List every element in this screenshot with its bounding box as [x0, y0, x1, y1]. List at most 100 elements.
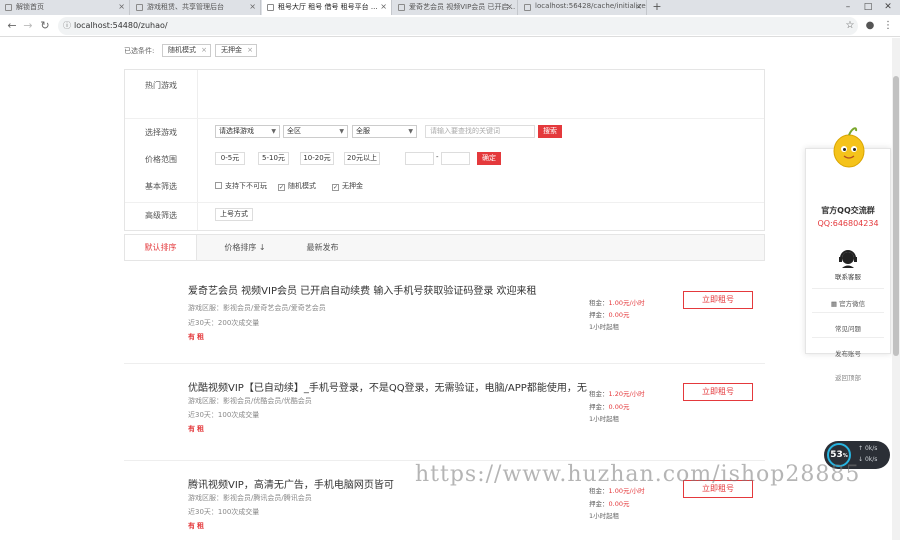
info-icon[interactable]: ⓘ — [63, 17, 71, 35]
penguin-mascot-icon — [833, 127, 865, 168]
deposit-label: 押金： — [589, 403, 609, 411]
wechat-link[interactable]: ▦ 官方微信 — [806, 298, 890, 308]
faq-link[interactable]: 常见问题 — [806, 323, 890, 333]
tab-title: 爱奇艺会员 视频VIP会员 已开启... — [409, 3, 516, 11]
chevron-down-icon: ▼ — [339, 128, 344, 135]
checkbox-icon[interactable] — [215, 182, 222, 189]
minimize-button[interactable]: – — [838, 0, 858, 15]
new-tab-button[interactable]: + — [650, 0, 664, 15]
region-select[interactable]: 全区 ▼ — [283, 125, 348, 138]
link-label: 官方微信 — [839, 300, 866, 308]
listing-area: 游戏区服：影视会员/优酷会员/优酷会员 — [188, 397, 312, 405]
sort-default-tab[interactable]: 默认排序 — [125, 235, 197, 260]
sort-price-tab[interactable]: 价格排序 ↓ — [205, 235, 285, 260]
chevron-down-icon: ▼ — [408, 128, 413, 135]
price-option-2[interactable]: 10-20元 — [300, 152, 334, 165]
listing-area: 游戏区服：影视会员/爱奇艺会员/爱奇艺会员 — [188, 304, 326, 312]
price-max-input[interactable] — [441, 152, 470, 165]
deposit-label: 押金： — [589, 500, 609, 508]
listing-title[interactable]: 优酷视频VIP【已自动续】_手机号登录，不是QQ登录，无需验证，电脑/APP都能… — [188, 379, 588, 394]
browser-tab[interactable]: 游戏租赁、共享管理后台 × — [131, 0, 261, 15]
close-icon[interactable]: × — [380, 2, 387, 11]
back-arrow-icon[interactable]: ← — [4, 18, 20, 34]
profile-icon[interactable]: ● — [862, 18, 878, 34]
browser-tab-strip: 解锁首页 × 游戏租赁、共享管理后台 × 租号大厅 租号 借号 租号平台 ...… — [0, 0, 900, 15]
menu-dots-icon[interactable]: ⋮ — [880, 18, 896, 34]
reload-icon[interactable]: ↻ — [37, 18, 53, 34]
favicon-icon — [5, 4, 12, 11]
maximize-button[interactable]: □ — [858, 0, 878, 15]
close-icon[interactable]: × — [247, 45, 253, 56]
keyword-input[interactable]: 请输入要查找的关键词 — [425, 125, 535, 138]
rent-now-button[interactable]: 立即租号 — [683, 383, 753, 401]
server-select[interactable]: 全服 ▼ — [352, 125, 417, 138]
checkbox-label: 随机模式 — [288, 182, 316, 190]
listing-stats: 近30天：100次成交量 — [188, 411, 260, 419]
listing-item: 优酷视频VIP【已自动续】_手机号登录，不是QQ登录，无需验证，电脑/APP都能… — [124, 365, 765, 461]
listing-area: 游戏区服：影视会员/腾讯会员/腾讯会员 — [188, 494, 312, 502]
close-icon[interactable]: × — [506, 2, 513, 11]
forward-arrow-icon[interactable]: → — [20, 18, 36, 34]
rent-price: 租金：1.20元/小时 — [589, 388, 645, 398]
divider — [197, 70, 198, 230]
listing-stats: 近30天：200次成交量 — [188, 319, 260, 327]
listing-title[interactable]: 爱奇艺会员 视频VIP会员 已开启自动续费 输入手机号获取验证码登录 欢迎来租 — [188, 282, 588, 297]
advanced-filter-label: 高级筛选 — [145, 211, 177, 220]
divider — [125, 118, 764, 119]
browser-tab-active[interactable]: 租号大厅 租号 借号 租号平台 ... × — [262, 0, 392, 15]
search-button[interactable]: 搜索 — [538, 125, 562, 138]
close-icon[interactable]: × — [249, 2, 256, 11]
price-option-1[interactable]: 5-10元 — [258, 152, 289, 165]
basic-option-0[interactable]: 支持下不可玩 — [215, 181, 267, 191]
min-rent: 1小时起租 — [589, 415, 620, 423]
qq-number[interactable]: QQ:646804234 — [806, 219, 890, 228]
deposit-value: 0.00元 — [608, 311, 630, 319]
selected-chip[interactable]: 无押金 × — [215, 44, 257, 57]
chip-label: 随机模式 — [168, 46, 196, 54]
address-bar[interactable]: ⓘ localhost:54480/zuhao/ — [58, 17, 858, 35]
rent-label: 租金： — [589, 487, 609, 495]
browser-tab[interactable]: 爱奇艺会员 视频VIP会员 已开启... × — [393, 0, 518, 15]
sort-bar: 默认排序 价格排序 ↓ 最新发布 — [124, 234, 765, 261]
hot-games-label: 热门游戏 — [145, 81, 177, 90]
browser-tab[interactable]: 解锁首页 × — [0, 0, 130, 15]
rent-value: 1.00元/小时 — [608, 299, 645, 307]
min-rent: 1小时起租 — [589, 323, 620, 331]
deposit-value: 0.00元 — [608, 500, 630, 508]
rent-value: 1.20元/小时 — [608, 390, 645, 398]
favicon-icon — [398, 4, 405, 11]
game-select[interactable]: 请选择游戏 ▼ — [215, 125, 280, 138]
close-icon[interactable]: × — [118, 2, 125, 11]
close-icon[interactable]: × — [201, 45, 207, 56]
scroll-thumb[interactable] — [893, 76, 899, 356]
login-method-option[interactable]: 上号方式 — [215, 208, 253, 221]
download-speed: ↓ 0k/s — [858, 456, 878, 463]
qq-group-title: 官方QQ交流群 — [821, 206, 875, 215]
filter-panel: 热门游戏 选择游戏 请选择游戏 ▼ 全区 ▼ 全服 ▼ 请输入要查找的关键词 搜索 价… — [124, 69, 765, 231]
window-close-button[interactable]: ✕ — [878, 0, 898, 15]
star-icon[interactable]: ☆ — [842, 18, 858, 34]
scrollbar[interactable] — [892, 38, 900, 540]
sort-newest-tab[interactable]: 最新发布 — [290, 235, 355, 260]
basic-filter-label: 基本筛选 — [145, 182, 177, 191]
divider — [812, 312, 884, 313]
basic-option-1[interactable]: ✓ 随机模式 — [278, 181, 316, 191]
divider — [812, 288, 884, 289]
contact-service-link[interactable]: 联系客服 — [806, 271, 890, 281]
publish-account-link[interactable]: 发布账号 — [806, 348, 890, 358]
price-option-3[interactable]: 20元以上 — [344, 152, 380, 165]
rent-now-button[interactable]: 立即租号 — [683, 291, 753, 309]
checkbox-checked-icon[interactable]: ✓ — [332, 184, 339, 191]
close-icon[interactable]: × — [635, 2, 642, 11]
checkbox-checked-icon[interactable]: ✓ — [278, 184, 285, 191]
back-to-top-link[interactable]: 返回顶部 — [805, 372, 891, 382]
price-min-input[interactable] — [405, 152, 434, 165]
price-confirm-button[interactable]: 确定 — [477, 152, 501, 165]
qq-group-widget: 官方QQ交流群 QQ:646804234 联系客服 ▦ 官方微信 常见问题 发布… — [805, 127, 891, 358]
basic-option-2[interactable]: ✓ 无押金 — [332, 181, 363, 191]
customer-service-icon[interactable] — [836, 249, 860, 269]
selected-chip[interactable]: 随机模式 × — [162, 44, 211, 57]
select-value: 全服 — [356, 127, 370, 135]
browser-tab[interactable]: localhost:56428/cache/initialize × — [519, 0, 647, 15]
price-option-0[interactable]: 0-5元 — [215, 152, 245, 165]
